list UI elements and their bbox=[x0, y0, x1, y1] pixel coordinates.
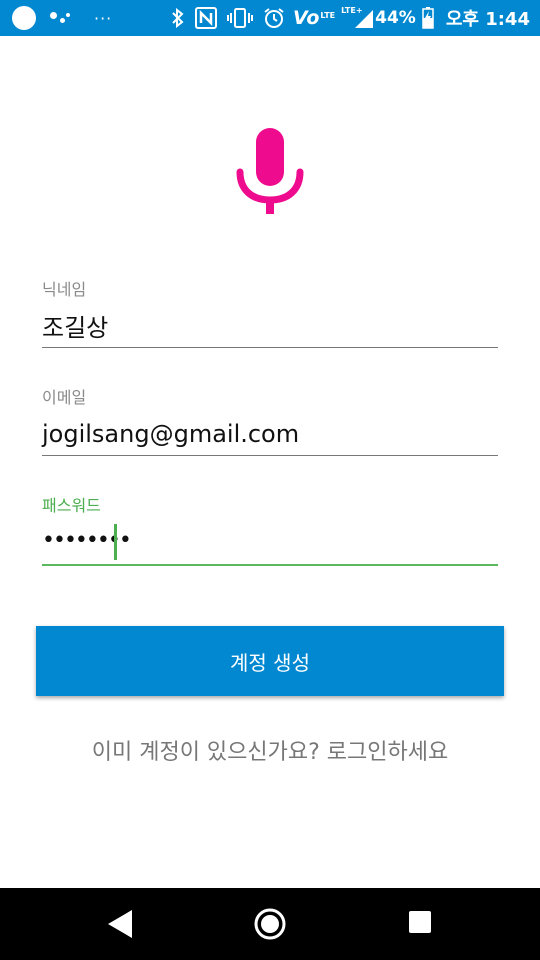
volte-text: Vo bbox=[293, 7, 320, 29]
volte-sub-text: LTE bbox=[320, 11, 336, 20]
login-link[interactable]: 이미 계정이 있으신가요? 로그인하세요 bbox=[0, 734, 540, 766]
password-underline bbox=[42, 564, 498, 566]
text-cursor bbox=[114, 524, 117, 560]
status-bar-right: Vo LTE LTE+ 44% 오후 1:44 bbox=[161, 0, 530, 36]
email-field[interactable]: 이메일 jogilsang@gmail.com bbox=[42, 380, 498, 458]
nickname-label: 닉네임 bbox=[42, 280, 87, 299]
status-bar-left: ··· bbox=[12, 0, 112, 36]
create-account-button[interactable]: 계정 생성 bbox=[36, 626, 504, 696]
recents-square-icon[interactable] bbox=[408, 910, 432, 934]
password-field[interactable]: 패스워드 •••••••• bbox=[42, 488, 498, 568]
status-bar: ··· Vo LTE LTE+ 44% 오후 1:44 bbox=[0, 0, 540, 36]
nickname-field[interactable]: 닉네임 조길상 bbox=[42, 272, 498, 350]
status-clock: 오후 1:44 bbox=[445, 9, 530, 30]
alarm-icon bbox=[264, 8, 284, 28]
nickname-underline bbox=[42, 347, 498, 348]
battery-percent: 44% bbox=[375, 8, 416, 28]
signal-icon: LTE+ bbox=[341, 6, 374, 30]
navigation-bar bbox=[0, 888, 540, 960]
nfc-icon bbox=[195, 7, 218, 29]
assistant-dots-icon bbox=[50, 10, 72, 26]
battery-charging-icon bbox=[422, 7, 434, 29]
nickname-input[interactable]: 조길상 bbox=[42, 308, 108, 343]
email-label: 이메일 bbox=[42, 388, 87, 407]
notification-circle-icon bbox=[12, 6, 36, 30]
vibrate-icon bbox=[227, 8, 254, 28]
more-notifications-icon: ··· bbox=[94, 8, 113, 28]
email-input[interactable]: jogilsang@gmail.com bbox=[42, 420, 299, 448]
password-label: 패스워드 bbox=[42, 496, 101, 515]
microphone-icon bbox=[236, 128, 304, 214]
bluetooth-icon bbox=[172, 8, 184, 28]
back-triangle-icon[interactable] bbox=[106, 908, 134, 940]
email-underline bbox=[42, 455, 498, 456]
home-circle-icon[interactable] bbox=[254, 908, 286, 940]
volte-icon: Vo LTE bbox=[293, 7, 335, 29]
